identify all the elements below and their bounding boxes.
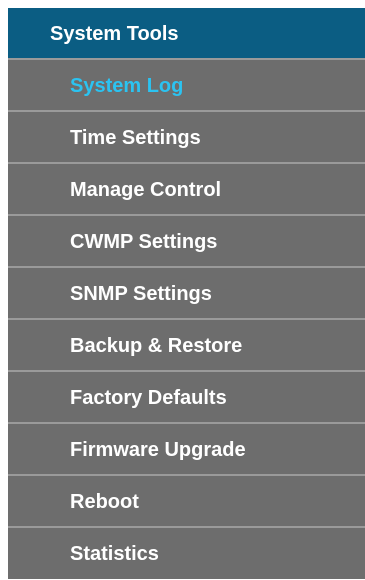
menu-item-time-settings[interactable]: Time Settings [8,112,365,164]
menu-item-backup-restore[interactable]: Backup & Restore [8,320,365,372]
system-tools-menu: System Tools System Log Time Settings Ma… [8,8,365,579]
menu-item-system-log[interactable]: System Log [8,60,365,112]
menu-header-system-tools[interactable]: System Tools [8,8,365,60]
menu-item-manage-control[interactable]: Manage Control [8,164,365,216]
menu-item-cwmp-settings[interactable]: CWMP Settings [8,216,365,268]
menu-item-reboot[interactable]: Reboot [8,476,365,528]
menu-item-factory-defaults[interactable]: Factory Defaults [8,372,365,424]
menu-item-snmp-settings[interactable]: SNMP Settings [8,268,365,320]
menu-item-statistics[interactable]: Statistics [8,528,365,580]
menu-item-firmware-upgrade[interactable]: Firmware Upgrade [8,424,365,476]
